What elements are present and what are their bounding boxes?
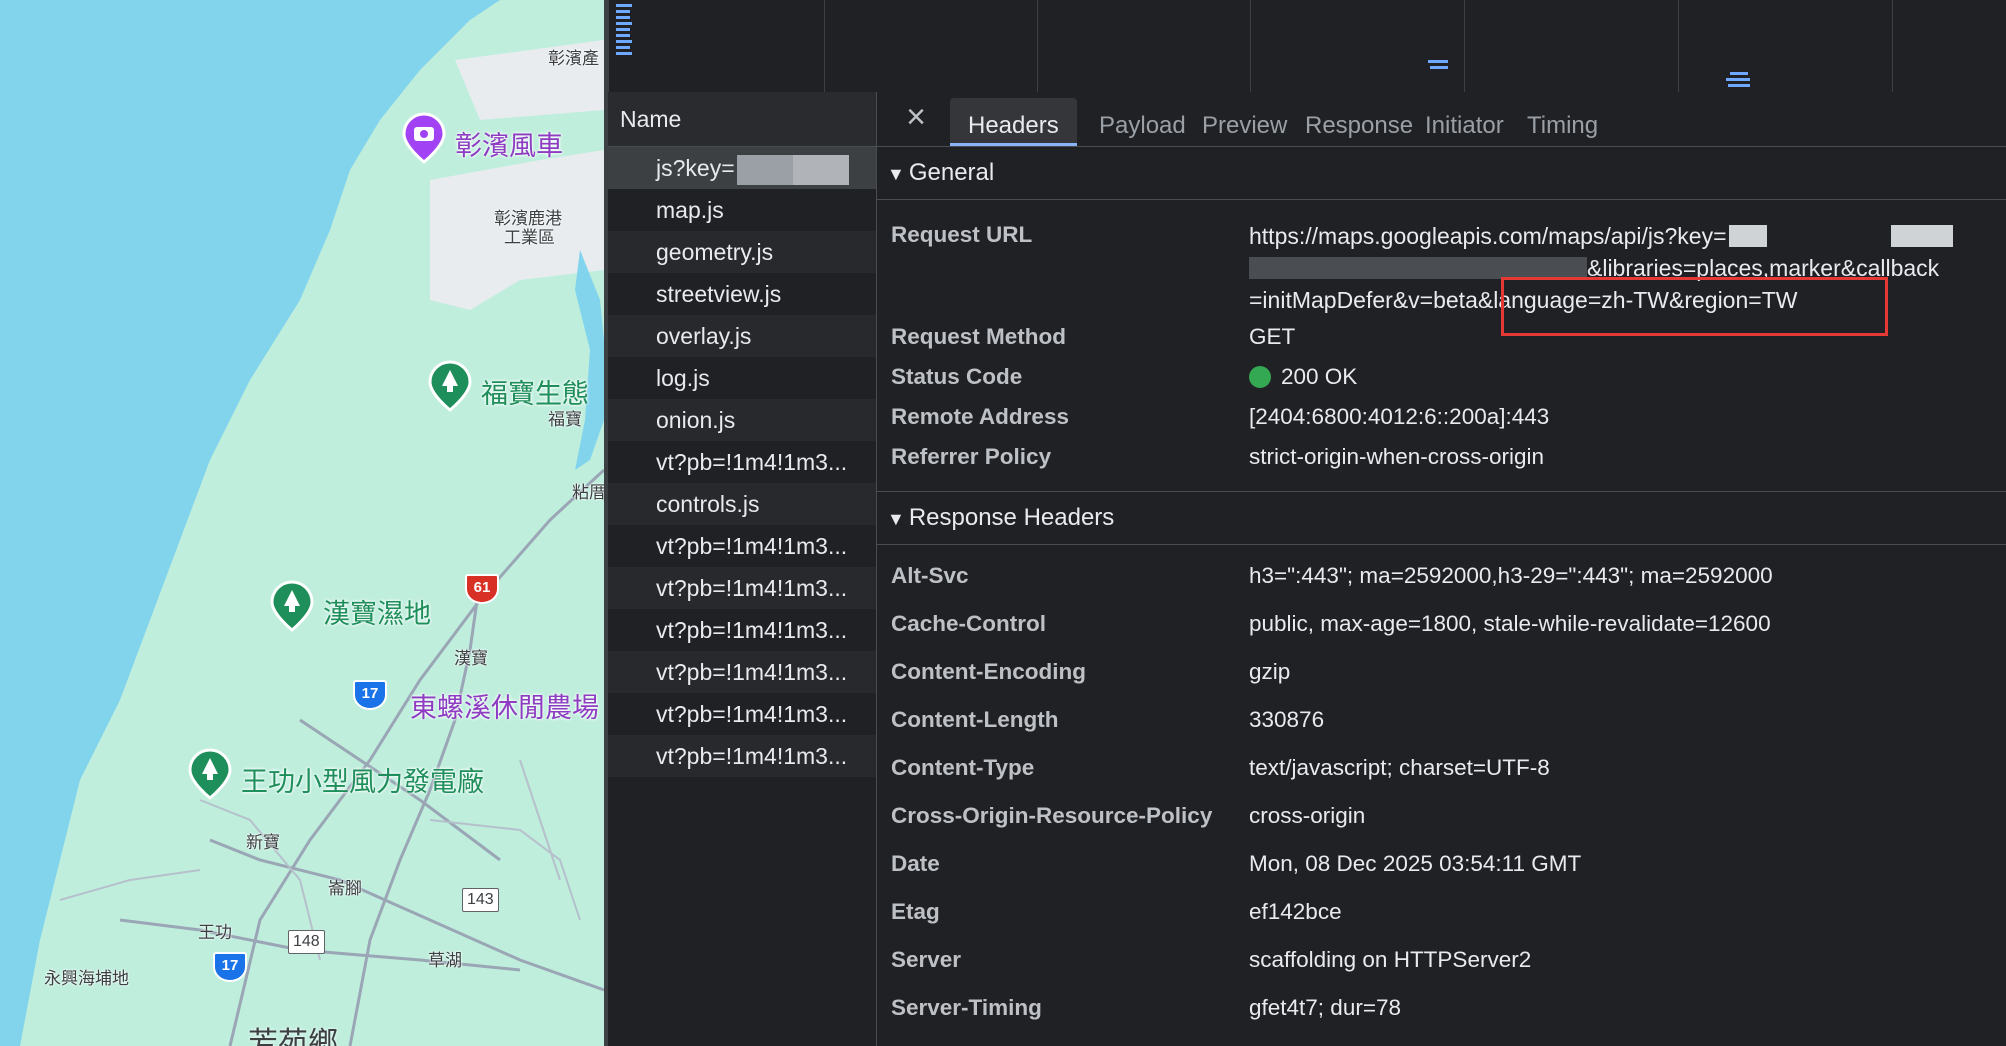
route-61-shield: 61 [465,574,499,604]
request-row[interactable]: vt?pb=!1m4!1m3... [608,693,876,735]
map-label[interactable]: 漢寶濕地 [323,592,431,631]
header-row: Alt-Svc h3=":443"; ma=2592000,h3-29=":44… [891,563,1773,588]
route-17-shield: 17 [353,680,387,710]
header-row: Content-Encoding gzip [891,659,1291,684]
request-row[interactable]: log.js [608,357,876,399]
header-row: Content-Type text/javascript; charset=UT… [891,755,1550,780]
request-url-key: Request URL [891,222,1033,247]
request-method-row: Request Method GET [891,324,1296,349]
map-label: 崙腳 [328,879,362,899]
route-143-shield: 143 [462,888,499,912]
request-row[interactable]: vt?pb=!1m4!1m3... [608,441,876,483]
route-17-shield: 17 [213,952,247,982]
map-label: 粘厝 [572,483,604,503]
redacted-key [736,154,849,185]
tab-initiator[interactable]: Initiator [1407,98,1522,146]
collapse-triangle-icon: ▼ [887,164,905,184]
request-row[interactable]: js?key= [608,147,876,189]
close-icon[interactable]: × [901,100,931,134]
route-148-shield: 148 [288,930,325,954]
map-label: 芳苑鄉 [248,1026,338,1046]
header-row: Cross-Origin-Resource-Policy cross-origi… [891,803,1366,828]
map-label: 永興海埔地 [44,969,129,989]
header-row: Content-Length 330876 [891,707,1325,732]
network-overview[interactable] [608,0,2006,93]
details-tabbar: × Headers Payload Preview Response Initi… [877,92,2006,147]
map-label: 福寶 [548,410,582,430]
request-row[interactable]: vt?pb=!1m4!1m3... [608,567,876,609]
request-row[interactable]: map.js [608,189,876,231]
tab-timing[interactable]: Timing [1509,98,1616,146]
park-pin-icon[interactable] [428,360,472,412]
request-details: × Headers Payload Preview Response Initi… [877,92,2006,1046]
park-pin-icon[interactable] [188,748,232,800]
devtools-network-panel: Name js?key= map.js geometry.js streetvi… [604,0,2006,1046]
camera-pin-icon[interactable] [402,112,446,164]
general-section-header[interactable]: ▼ General [877,147,2006,200]
request-row[interactable]: geometry.js [608,231,876,273]
header-row: Date Mon, 08 Dec 2025 03:54:11 GMT [891,851,1582,876]
referrer-policy-row: Referrer Policy strict-origin-when-cross… [891,444,1545,469]
map-view[interactable]: 彰濱產 彰濱風車 彰濱鹿港 工業區 福寶生態 福寶 粘厝 61 漢寶濕地 漢寶 … [0,0,604,1046]
status-code-row: Status Code 200 OK [891,364,1358,389]
map-label[interactable]: 東螺溪休閒農場 [410,686,599,725]
request-row[interactable]: streetview.js [608,273,876,315]
request-row[interactable]: onion.js [608,399,876,441]
header-row: Etag ef142bce [891,899,1342,924]
tab-headers[interactable]: Headers [950,98,1077,146]
request-row[interactable]: vt?pb=!1m4!1m3... [608,609,876,651]
park-pin-icon[interactable] [270,580,314,632]
remote-address-row: Remote Address [2404:6800:4012:6::200a]:… [891,404,1550,429]
map-label: 漢寶 [454,649,488,669]
collapse-triangle-icon: ▼ [887,509,905,529]
header-row: Cache-Control public, max-age=1800, stal… [891,611,1771,636]
map-label: 工業區 [504,228,555,248]
map-label: 彰濱產 [548,49,599,69]
request-list: Name js?key= map.js geometry.js streetvi… [608,92,877,1046]
header-row: Server scaffolding on HTTPServer2 [891,947,1532,972]
response-headers-section-header[interactable]: ▼ Response Headers [877,492,2006,545]
map-label: 新寶 [246,833,280,853]
request-row[interactable]: vt?pb=!1m4!1m3... [608,651,876,693]
map-label: 王功 [198,923,232,943]
map-label[interactable]: 王功小型風力發電廠 [241,760,484,799]
map-label[interactable]: 彰濱風車 [455,124,563,163]
header-row: Server-Timing gfet4t7; dur=78 [891,995,1401,1020]
request-row[interactable]: overlay.js [608,315,876,357]
request-row[interactable]: vt?pb=!1m4!1m3... [608,735,876,777]
status-ok-icon [1249,366,1271,388]
name-column-header[interactable]: Name [608,92,876,147]
request-row[interactable]: vt?pb=!1m4!1m3... [608,525,876,567]
map-label: 草湖 [428,951,462,971]
request-row[interactable]: controls.js [608,483,876,525]
